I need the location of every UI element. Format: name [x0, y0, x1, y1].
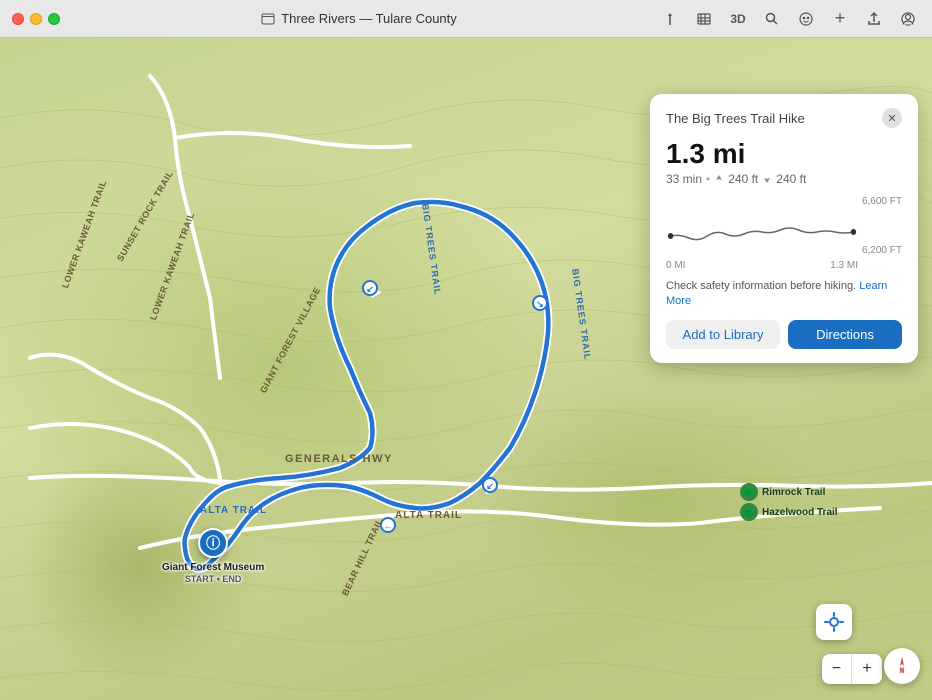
zoom-out-button[interactable]: −: [822, 654, 852, 684]
giant-forest-museum-poi[interactable]: ⓘ Giant Forest Museum START • END: [162, 528, 264, 586]
safety-notice: Check safety information before hiking. …: [666, 279, 902, 310]
map-icon: [261, 12, 275, 26]
elevation-down: 240 ft: [776, 172, 806, 186]
down-arrow-icon: [762, 174, 772, 184]
compass-needle: N: [888, 652, 916, 680]
dist-end: 1.3 MI: [830, 260, 858, 271]
separator-1: •: [706, 172, 710, 186]
compass[interactable]: N: [884, 648, 920, 684]
elevation-high: 6,600 FT: [862, 196, 902, 207]
directions-button[interactable]: Directions: [788, 320, 902, 349]
map-container[interactable]: ↙ ↘ ↙ ← GENERALS HWY ALTA TRAIL SUNSET R…: [0, 38, 932, 700]
gps-icon: [823, 611, 845, 633]
directions-toolbar-icon[interactable]: [658, 7, 682, 31]
account-button[interactable]: [896, 7, 920, 31]
search-button[interactable]: [760, 7, 784, 31]
svg-text:N: N: [899, 668, 904, 675]
museum-label: Giant Forest Museum START • END: [162, 561, 264, 586]
time-value: 33 min: [666, 172, 702, 186]
titlebar: Three Rivers — Tulare County 3D +: [0, 0, 932, 38]
title-area: Three Rivers — Tulare County: [60, 11, 658, 26]
panel-close-button[interactable]: ✕: [882, 108, 902, 128]
window-title: Three Rivers — Tulare County: [281, 11, 457, 26]
hazelwood-trail-poi[interactable]: 🌲 Hazelwood Trail: [740, 503, 838, 521]
zoom-controls: − +: [822, 654, 882, 684]
safety-text: Check safety information before hiking.: [666, 280, 856, 292]
chart-area: [666, 196, 858, 256]
alta-trail-path-label: ALTA TRAIL: [200, 505, 267, 516]
panel-meta: 33 min • 240 ft 240 ft: [666, 172, 902, 186]
panel-distance: 1.3 mi: [666, 138, 902, 170]
compass-svg: N: [890, 654, 914, 678]
close-button[interactable]: [12, 13, 24, 25]
panel-title: The Big Trees Trail Hike: [666, 111, 805, 126]
toolbar-right: 3D +: [658, 7, 932, 31]
add-button[interactable]: +: [828, 7, 852, 31]
rimrock-icon: 🌲: [740, 483, 758, 501]
threed-button[interactable]: 3D: [726, 7, 750, 31]
elevation-low: 6,200 FT: [862, 245, 902, 256]
panel-actions: Add to Library Directions: [666, 320, 902, 349]
elevation-svg: [666, 196, 858, 256]
layers-icon[interactable]: [692, 7, 716, 31]
elevation-up: 240 ft: [728, 172, 758, 186]
smiley-icon[interactable]: [794, 7, 818, 31]
up-arrow-icon: [714, 174, 724, 184]
rimrock-trail-poi[interactable]: 🌲 Rimrock Trail: [740, 483, 825, 501]
add-to-library-button[interactable]: Add to Library: [666, 320, 780, 349]
alta-trail-label: ALTA TRAIL: [395, 510, 462, 521]
elevation-chart: 6,600 FT 6,200 FT: [666, 196, 902, 256]
fullscreen-button[interactable]: [48, 13, 60, 25]
museum-icon: ⓘ: [198, 528, 228, 558]
minimize-button[interactable]: [30, 13, 42, 25]
share-button[interactable]: [862, 7, 886, 31]
elevation-labels: 6,600 FT 6,200 FT: [862, 196, 902, 256]
gps-button[interactable]: [816, 604, 852, 640]
zoom-in-button[interactable]: +: [852, 654, 882, 684]
rimrock-label: Rimrock Trail: [762, 487, 825, 498]
panel-header: The Big Trees Trail Hike ✕: [666, 108, 902, 128]
traffic-lights: [0, 13, 60, 25]
distance-labels: 0 MI 1.3 MI: [666, 260, 902, 271]
hazelwood-icon: 🌲: [740, 503, 758, 521]
dist-start: 0 MI: [666, 260, 685, 271]
generals-hwy-label: GENERALS HWY: [285, 453, 393, 465]
hazelwood-label: Hazelwood Trail: [762, 507, 838, 518]
info-panel: The Big Trees Trail Hike ✕ 1.3 mi 33 min…: [650, 94, 918, 363]
